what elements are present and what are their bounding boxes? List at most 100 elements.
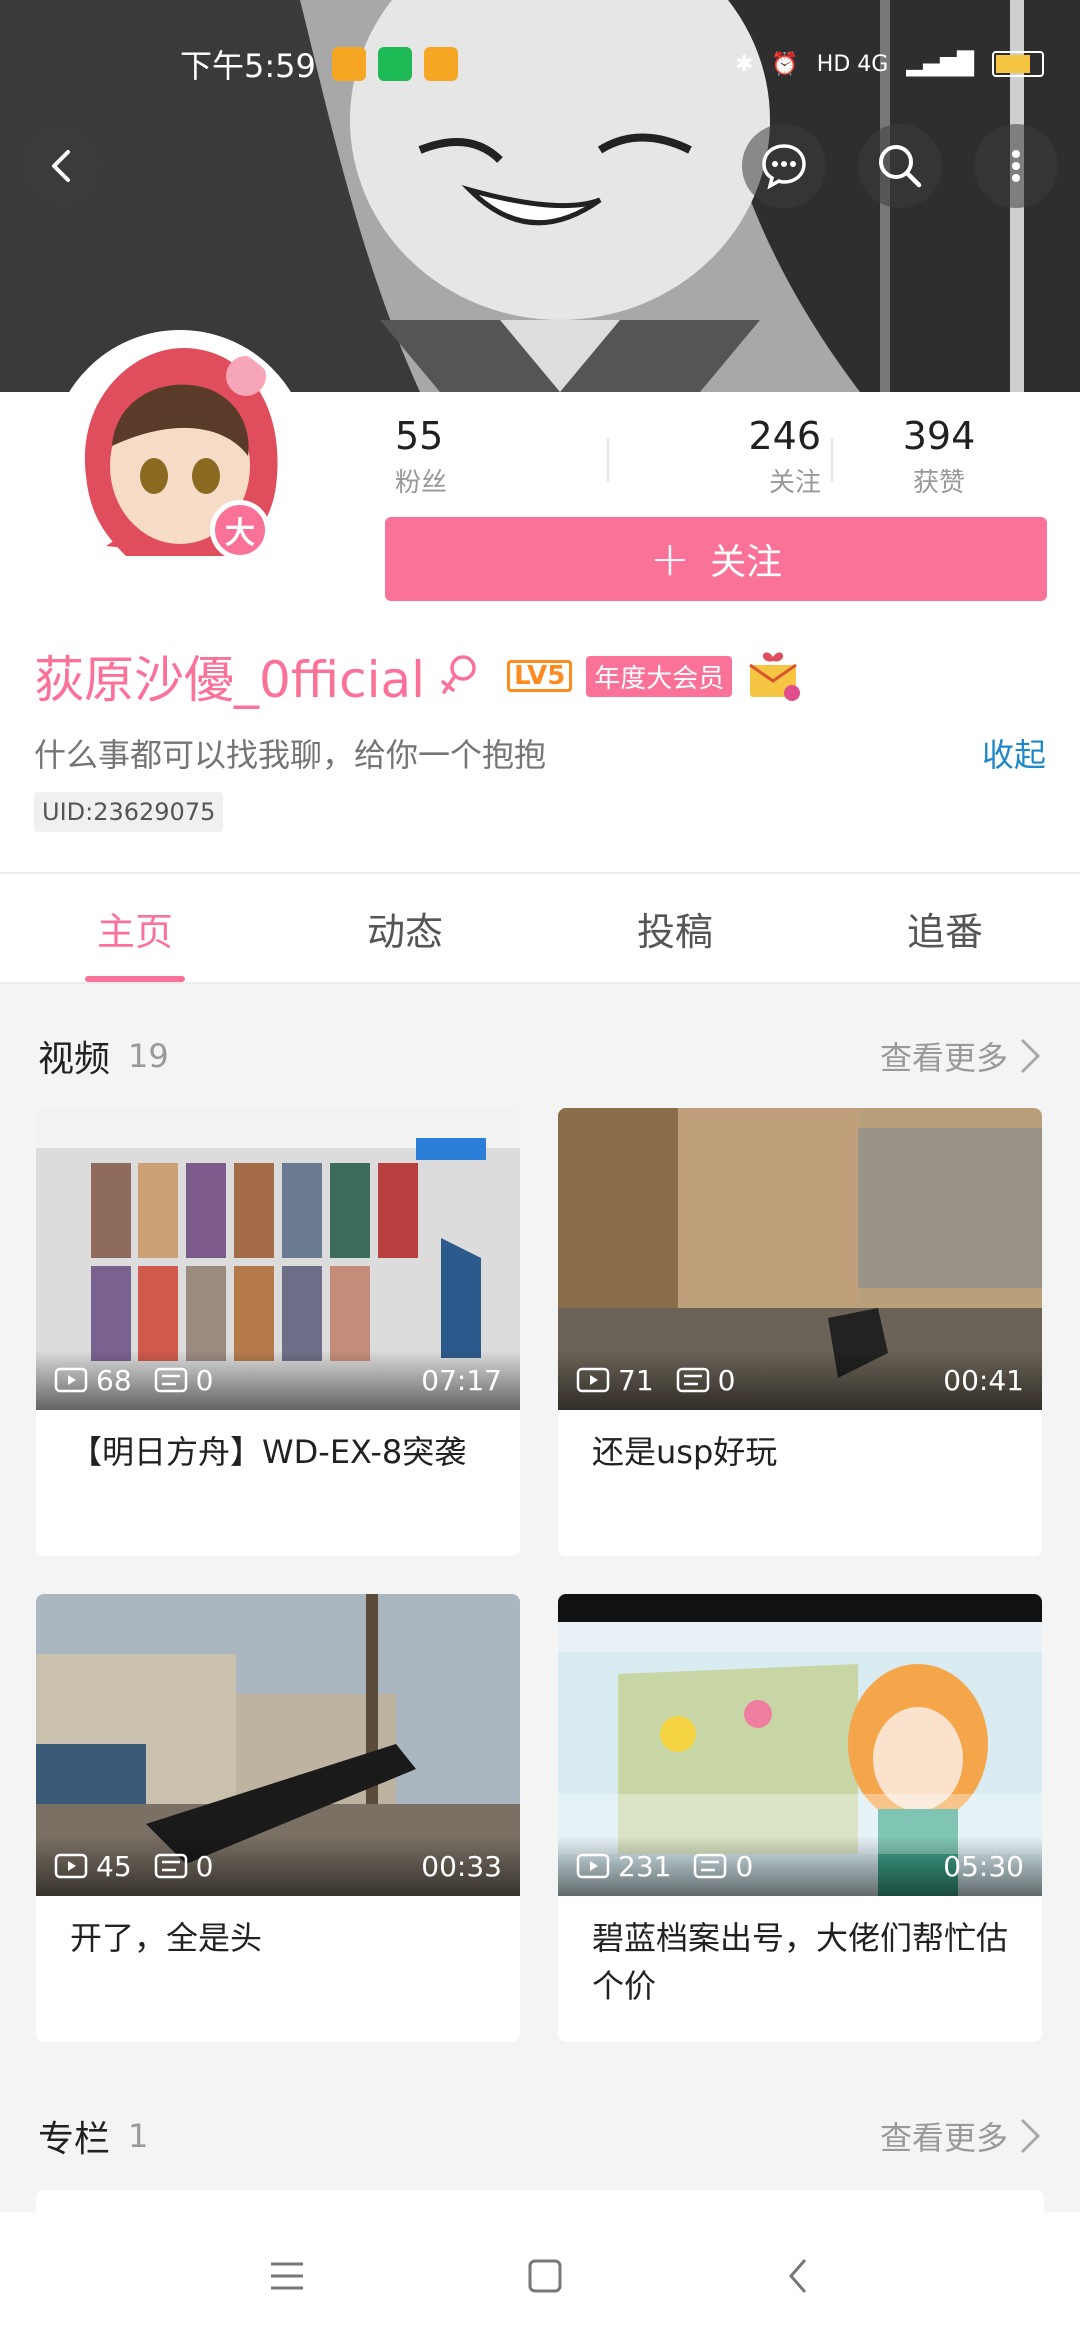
battery-icon bbox=[992, 51, 1044, 77]
comment-count: 0 bbox=[676, 1363, 736, 1397]
notification-icon bbox=[331, 47, 366, 81]
play-count: 231 bbox=[576, 1850, 671, 1883]
column-section-header: 专栏 1 查看更多 bbox=[38, 2106, 1042, 2166]
comment-count: 0 bbox=[154, 1849, 214, 1883]
notification-icons bbox=[331, 47, 458, 81]
stat-label: 关注 bbox=[768, 468, 821, 498]
stat-value: 55 bbox=[395, 414, 444, 458]
follow-label: 关注 bbox=[710, 542, 783, 583]
comment-count-value: 0 bbox=[735, 1849, 754, 1883]
stat-likes[interactable]: 394 获赞 bbox=[833, 414, 1045, 498]
uid-label[interactable]: UID:23629075 bbox=[34, 792, 224, 832]
play-icon bbox=[54, 1367, 88, 1393]
video-duration: 00:33 bbox=[421, 1849, 502, 1883]
profile-tabs: 主页 动态 投稿 追番 bbox=[0, 872, 1080, 984]
bluetooth-icon: ✱ bbox=[734, 51, 754, 77]
video-meta-overlay: 68 0 07:17 bbox=[36, 1350, 520, 1410]
video-meta-overlay: 231 0 05:30 bbox=[558, 1836, 1042, 1896]
video-card[interactable]: 71 0 00:41 还是usp好玩 bbox=[558, 1108, 1042, 1556]
play-count-value: 231 bbox=[618, 1849, 672, 1883]
section-title: 专栏 bbox=[38, 2119, 111, 2160]
section-count: 1 bbox=[128, 2117, 149, 2155]
more-button[interactable] bbox=[974, 124, 1058, 208]
stat-following[interactable]: 246 关注 bbox=[609, 414, 831, 498]
stat-label: 粉丝 bbox=[395, 468, 448, 498]
play-count-value: 68 bbox=[96, 1363, 132, 1397]
danmaku-icon bbox=[154, 1367, 187, 1393]
user-signature: 什么事都可以找我聊，给你一个抱抱 bbox=[34, 736, 547, 774]
section-title: 视频 bbox=[38, 1039, 111, 1080]
play-count-value: 71 bbox=[618, 1363, 654, 1397]
videos-section-header: 视频 19 查看更多 bbox=[38, 1026, 1042, 1086]
danmaku-icon bbox=[154, 1853, 187, 1879]
stats-row: 55 粉丝 246 关注 394 获赞 bbox=[385, 414, 1045, 498]
avatar-badge: 大 bbox=[210, 500, 270, 560]
video-thumbnail: 231 0 05:30 bbox=[558, 1594, 1042, 1896]
comment-count: 0 bbox=[693, 1850, 753, 1883]
view-more-columns[interactable]: 查看更多 bbox=[880, 2113, 1042, 2159]
stat-label: 获赞 bbox=[912, 468, 965, 498]
video-thumbnail: 68 0 07:17 bbox=[36, 1108, 520, 1410]
comment-count-value: 0 bbox=[717, 1363, 736, 1397]
system-nav-bar bbox=[0, 2212, 1080, 2340]
name-row: 荻原沙優_0fficial LV5 年度大会员 bbox=[34, 640, 804, 712]
stat-value: 246 bbox=[748, 414, 821, 458]
video-duration: 05:30 bbox=[943, 1849, 1024, 1883]
collapse-link[interactable]: 收起 bbox=[982, 730, 1046, 776]
video-title: 还是usp好玩 bbox=[592, 1433, 778, 1471]
comment-count: 0 bbox=[154, 1363, 214, 1397]
danmaku-icon bbox=[694, 1853, 727, 1879]
video-meta-overlay: 71 0 00:41 bbox=[558, 1350, 1042, 1410]
tab-home[interactable]: 主页 bbox=[0, 874, 270, 982]
chevron-right-icon bbox=[1020, 1038, 1041, 1074]
play-icon bbox=[576, 1367, 610, 1393]
search-button[interactable] bbox=[858, 124, 942, 208]
stat-fans[interactable]: 55 粉丝 bbox=[385, 414, 607, 498]
alarm-icon: ⏰ bbox=[771, 51, 799, 77]
play-count-value: 45 bbox=[96, 1849, 132, 1883]
view-more-label: 查看更多 bbox=[879, 2119, 1008, 2157]
comment-count-value: 0 bbox=[195, 1363, 214, 1397]
tab-uploads[interactable]: 投稿 bbox=[540, 874, 810, 982]
video-card[interactable]: 231 0 05:30 碧蓝档案出号，大佬们帮忙估个价 bbox=[558, 1594, 1042, 2042]
back-icon[interactable] bbox=[783, 2256, 813, 2296]
video-meta-overlay: 45 0 00:33 bbox=[36, 1836, 520, 1896]
play-icon bbox=[54, 1853, 88, 1879]
vip-badge[interactable]: 年度大会员 bbox=[586, 655, 733, 697]
home-icon[interactable] bbox=[527, 2258, 563, 2294]
message-button[interactable] bbox=[742, 124, 826, 208]
notification-icon bbox=[423, 47, 458, 81]
signal-icon: ▂▄▆█ bbox=[906, 51, 974, 77]
video-duration: 00:41 bbox=[943, 1363, 1024, 1397]
menu-icon[interactable] bbox=[267, 2259, 307, 2293]
more-vertical-icon bbox=[1012, 150, 1020, 182]
tab-bangumi[interactable]: 追番 bbox=[810, 874, 1080, 982]
video-duration: 07:17 bbox=[421, 1363, 502, 1397]
network-label: HD 4G bbox=[816, 51, 889, 77]
danmaku-icon bbox=[676, 1367, 709, 1393]
level-badge: LV5 bbox=[507, 660, 573, 692]
chevron-right-icon bbox=[1020, 2118, 1041, 2154]
avatar-image bbox=[56, 336, 304, 584]
plus-icon: + bbox=[649, 531, 691, 587]
chat-bubble-icon bbox=[762, 144, 806, 190]
video-title: 碧蓝档案出号，大佬们帮忙估个价 bbox=[592, 1919, 1009, 2005]
stat-value: 394 bbox=[902, 414, 976, 458]
tab-dynamics[interactable]: 动态 bbox=[270, 874, 540, 982]
avatar[interactable] bbox=[50, 330, 310, 590]
view-more-videos[interactable]: 查看更多 bbox=[880, 1033, 1042, 1079]
play-icon bbox=[576, 1853, 610, 1879]
comment-count-value: 0 bbox=[195, 1849, 214, 1883]
video-card[interactable]: 45 0 00:33 开了，全是头 bbox=[36, 1594, 520, 2042]
status-bar: 下午5:59 ✱ ⏰ HD 4G ▂▄▆█ bbox=[180, 44, 1044, 85]
back-button[interactable] bbox=[20, 124, 104, 208]
gift-envelope-icon[interactable] bbox=[746, 647, 804, 705]
play-count: 71 bbox=[576, 1364, 654, 1397]
status-time: 下午5:59 bbox=[180, 47, 316, 85]
play-count: 45 bbox=[54, 1850, 132, 1883]
video-title: 开了，全是头 bbox=[70, 1919, 263, 1957]
profile-card: 大 55 粉丝 246 关注 394 获赞 + 关注 荻原沙優_0fficial… bbox=[0, 330, 1080, 872]
follow-button[interactable]: + 关注 bbox=[385, 517, 1047, 601]
video-card[interactable]: 68 0 07:17 【明日方舟】WD-EX-8突袭 bbox=[36, 1108, 520, 1556]
video-thumbnail: 45 0 00:33 bbox=[36, 1594, 520, 1896]
